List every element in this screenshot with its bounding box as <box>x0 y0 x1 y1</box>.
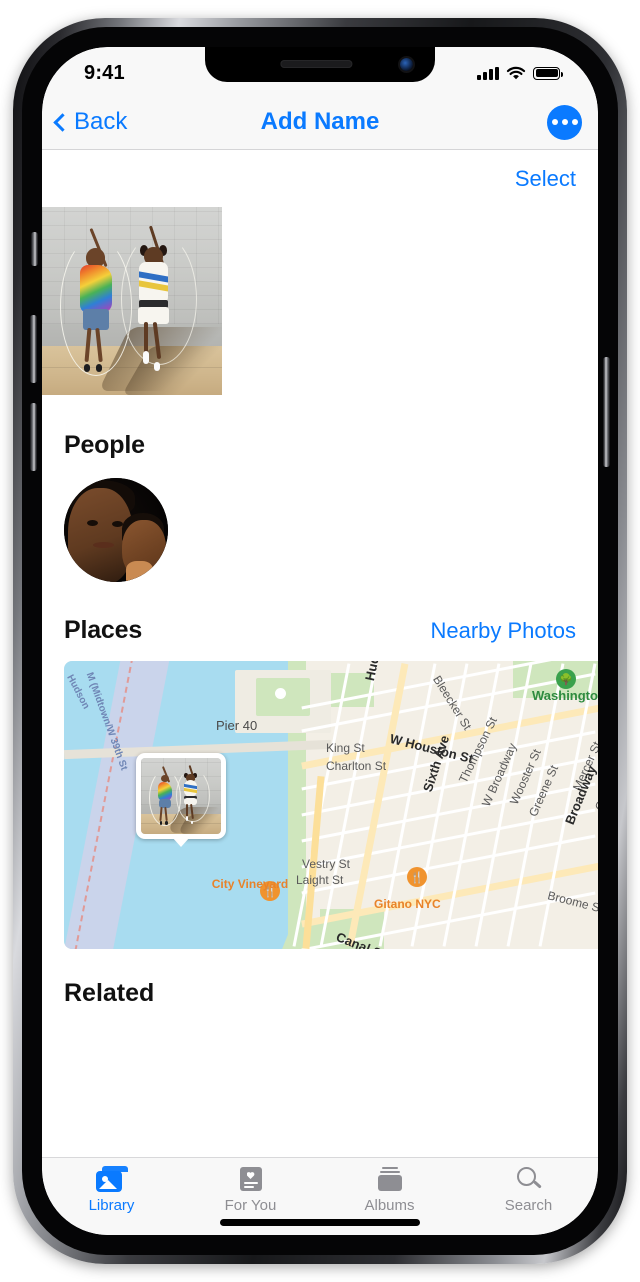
front-camera-icon <box>400 58 413 71</box>
battery-full-icon <box>533 66 563 80</box>
nearby-photos-link[interactable]: Nearby Photos <box>430 618 576 644</box>
map-label-king-st: King St <box>326 741 365 755</box>
people-list <box>42 460 598 582</box>
map-photo-callout[interactable] <box>136 753 226 839</box>
select-row: Select <box>42 151 598 207</box>
park-pin-icon[interactable]: 🌳 <box>556 669 576 689</box>
photos-library-icon <box>95 1166 128 1192</box>
map-pin-photo <box>141 758 221 834</box>
volume-up-button[interactable] <box>30 315 37 383</box>
back-button-label: Back <box>74 108 128 135</box>
volume-down-button[interactable] <box>30 403 37 471</box>
notch <box>205 47 435 82</box>
eye-left <box>86 519 98 526</box>
mute-switch[interactable] <box>31 232 38 266</box>
places-map[interactable]: Hudson M (Midtown/W 39th St Pier 40 🍴 Ci… <box>64 661 598 949</box>
map-label-vestry-st: Vestry St <box>302 857 351 871</box>
people-title: People <box>64 431 145 459</box>
map-label-charlton-st: Charlton St <box>326 759 387 773</box>
earpiece-speaker-icon <box>280 60 353 68</box>
chevron-left-icon <box>53 113 72 132</box>
hand-shape <box>126 561 154 582</box>
map-label-washington-square: Washington Square <box>532 688 598 703</box>
tab-library[interactable]: Library <box>42 1166 181 1214</box>
iphone-screen: 9:41 Back Add Name Select People Places … <box>42 47 598 1235</box>
tab-albums-label: Albums <box>364 1197 415 1214</box>
ellipsis-dot <box>571 119 578 125</box>
people-section-header: People <box>42 431 598 460</box>
iphone-device-frame: 9:41 Back Add Name Select People Places … <box>13 18 627 1264</box>
ellipsis-dot <box>561 119 568 125</box>
related-title: Related <box>64 979 155 1007</box>
status-bar-indicators <box>477 66 563 81</box>
navigation-bar: Back Add Name <box>42 95 598 150</box>
restaurant-pin-icon[interactable]: 🍴 <box>407 867 427 887</box>
home-indicator[interactable] <box>220 1219 420 1226</box>
map-label-gitano: Gitano NYC <box>374 897 441 911</box>
power-button[interactable] <box>603 357 610 467</box>
screen-bezel: 9:41 Back Add Name Select People Places … <box>42 47 598 1235</box>
cellular-bars-icon <box>477 66 499 80</box>
for-you-heart-icon <box>235 1166 267 1192</box>
ellipsis-dot <box>551 119 558 125</box>
more-options-button[interactable] <box>547 104 582 140</box>
scroll-content[interactable]: Select People Places Nearby Photos Hudso… <box>42 151 598 1157</box>
tab-library-label: Library <box>88 1197 135 1214</box>
tab-search[interactable]: Search <box>459 1166 598 1214</box>
device-inner-bezel: 9:41 Back Add Name Select People Places … <box>22 27 618 1255</box>
tab-search-label: Search <box>504 1197 553 1214</box>
tab-albums[interactable]: Albums <box>320 1166 459 1214</box>
albums-stack-icon <box>374 1166 406 1192</box>
map-label-city-vineyard: City Vineyard <box>211 877 289 891</box>
places-section-header: Places Nearby Photos <box>42 616 598 645</box>
person-avatar[interactable] <box>64 478 168 582</box>
related-section-header: Related <box>42 949 598 1008</box>
select-button[interactable]: Select <box>515 166 576 192</box>
screenshot-stage: 9:41 Back Add Name Select People Places … <box>0 0 640 1282</box>
two-girls-jumping-rope-photo <box>42 207 222 395</box>
map-label-laight-st: Laight St <box>296 873 344 887</box>
back-button[interactable]: Back <box>53 108 128 136</box>
magnifier-icon <box>513 1166 545 1192</box>
status-bar-time: 9:41 <box>84 61 125 84</box>
photo-thumbnail[interactable] <box>42 207 222 395</box>
tab-for-you[interactable]: For You <box>181 1166 320 1214</box>
places-title: Places <box>64 616 143 644</box>
tab-for-you-label: For You <box>224 1197 277 1214</box>
eye-right <box>111 520 123 527</box>
wifi-icon <box>506 66 526 79</box>
map-label-pier-40: Pier 40 <box>216 718 258 733</box>
